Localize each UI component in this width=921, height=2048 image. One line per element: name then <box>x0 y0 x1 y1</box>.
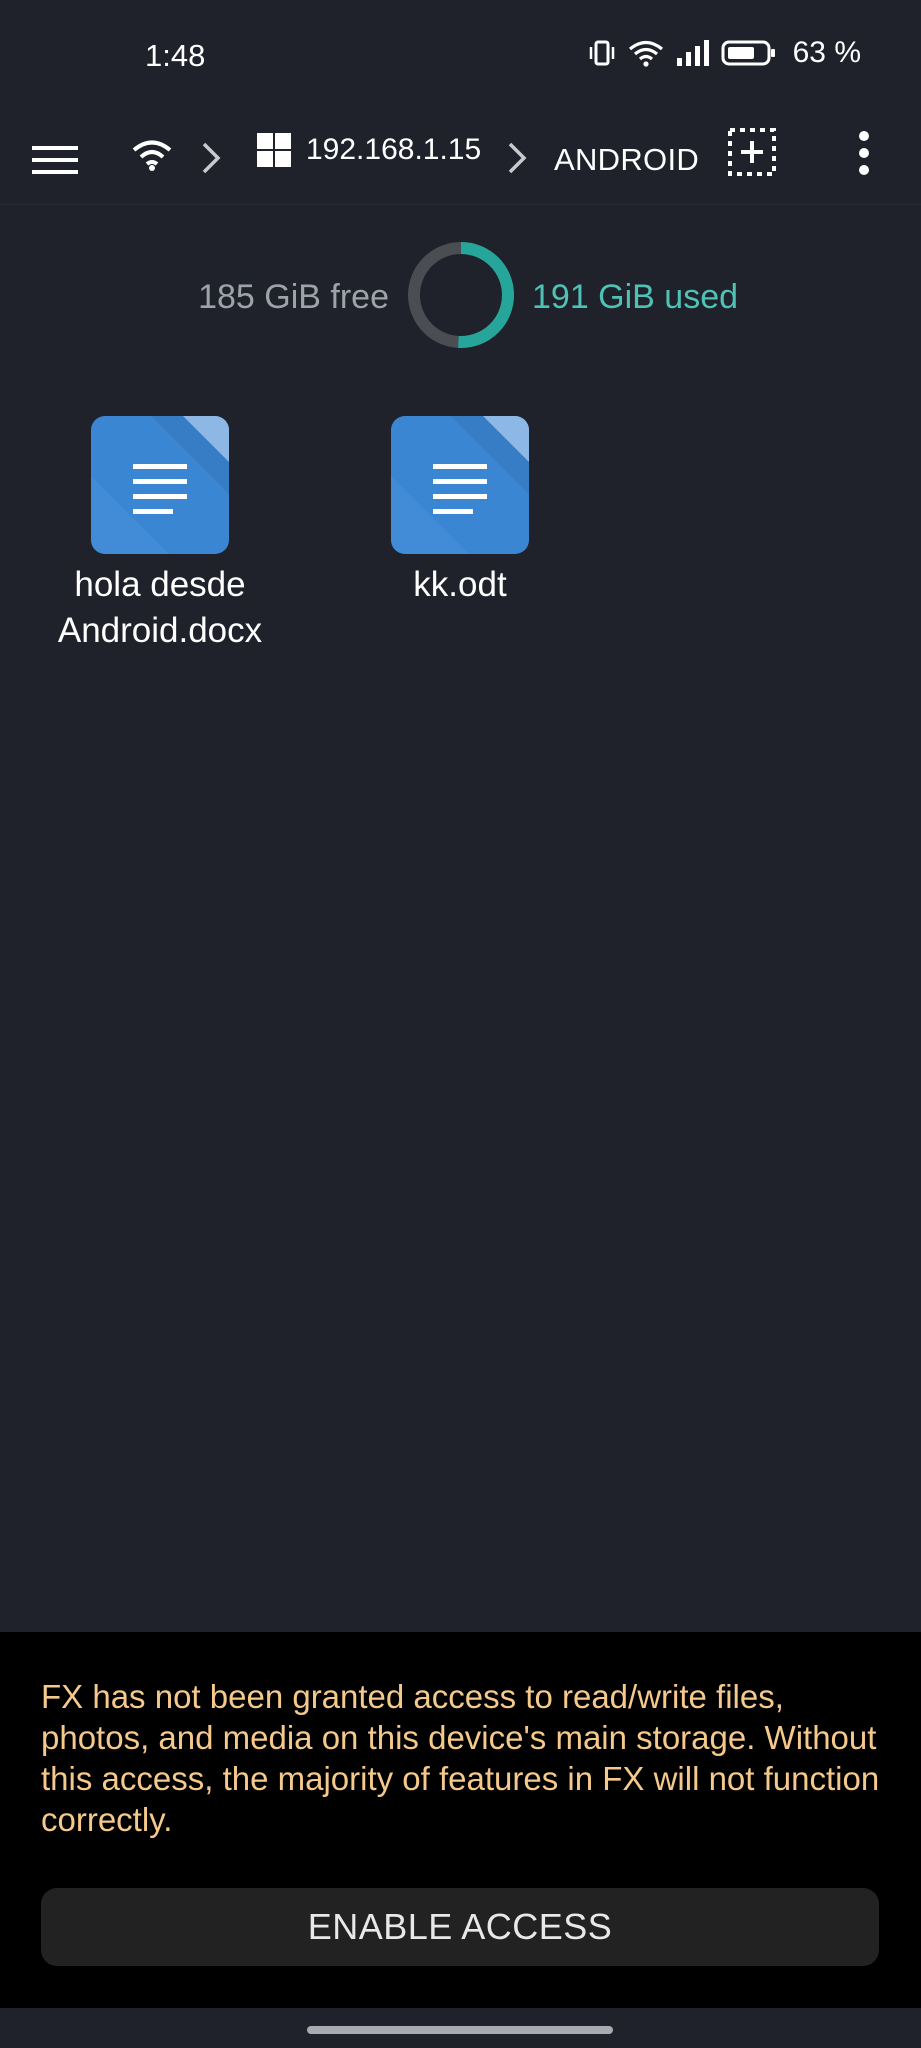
storage-free-label: 185 GiB free <box>198 278 389 316</box>
select-add-icon[interactable] <box>726 126 778 178</box>
vibrate-icon <box>589 40 614 66</box>
toolbar: 192.168.1.15 ANDROID <box>0 118 921 205</box>
storage-used-label: 191 GiB used <box>532 278 739 316</box>
enable-access-button[interactable]: ENABLE ACCESS <box>41 1888 879 1966</box>
status-bar: 1:48 63 % <box>0 0 921 118</box>
navigation-bar <box>0 2008 921 2048</box>
hamburger-menu-icon[interactable] <box>30 130 82 190</box>
permission-banner: FX has not been granted access to read/w… <box>0 1632 921 2008</box>
file-name: kk.odt <box>413 565 507 604</box>
wifi-icon <box>628 40 663 67</box>
windows-icon <box>257 133 291 167</box>
battery-percent: 63 % <box>792 36 861 69</box>
breadcrumb-folder-label: ANDROID <box>554 142 700 177</box>
breadcrumb-folder[interactable]: ANDROID <box>554 136 699 184</box>
breadcrumb-host[interactable]: 192.168.1.15 <box>256 132 481 168</box>
storage-summary: 185 GiB free 191 GiB used <box>0 240 921 350</box>
storage-usage-ring <box>408 242 514 348</box>
home-indicator[interactable] <box>307 2026 613 2034</box>
status-time: 1:48 <box>145 38 206 73</box>
network-wifi-icon[interactable] <box>130 134 174 174</box>
more-vert-icon[interactable] <box>850 128 878 178</box>
battery-icon <box>721 40 775 66</box>
breadcrumb-host-label: 192.168.1.15 <box>306 133 482 166</box>
document-icon <box>91 416 229 554</box>
chevron-right-icon <box>198 138 224 178</box>
file-name: hola desde Android.docx <box>57 565 263 650</box>
file-item[interactable]: hola desde Android.docx <box>40 416 280 654</box>
signal-icon <box>676 40 709 66</box>
status-icons: 63 % <box>587 36 861 70</box>
document-icon <box>391 416 529 554</box>
permission-message: FX has not been granted access to read/w… <box>41 1678 880 1838</box>
chevron-right-icon <box>504 138 530 178</box>
file-item[interactable]: kk.odt <box>340 416 580 608</box>
